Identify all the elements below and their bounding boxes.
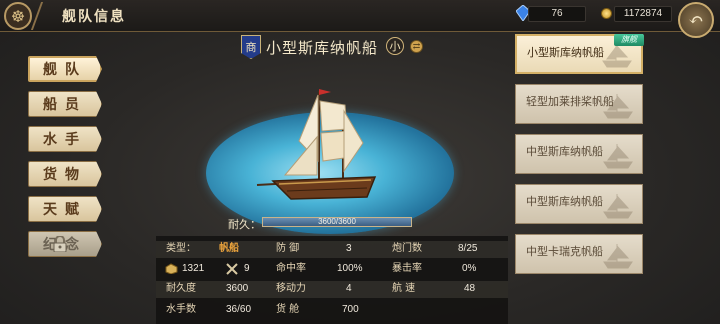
ship-name: 小型斯库纳帆船 (266, 39, 379, 57)
speed-label: 航 速 (392, 283, 416, 294)
accuracy-value: 100% (337, 263, 363, 274)
ship-list-item[interactable]: 中型斯库纳帆船 (515, 134, 643, 174)
lock-icon (53, 236, 67, 252)
menu-fleet[interactable]: 舰队 (28, 56, 102, 82)
capacity-value: 1321 (182, 263, 205, 274)
sailors-label: 水手数 (166, 304, 196, 315)
menu-memorial[interactable]: 纪念 (28, 231, 102, 257)
stats-panel: 类型： 帆船 1321 9 耐久度 3600 水手数 36/60 防 御 3 命… (156, 236, 508, 324)
gold-coin-icon (601, 8, 612, 19)
menu-talent[interactable]: 天赋 (28, 196, 102, 222)
defense-label: 防 御 (276, 243, 300, 254)
cannon-count-value: 9 (244, 263, 250, 274)
ship-silhouette-icon (603, 194, 633, 219)
ship-list-item-label: 中型卡瑞克帆船 (526, 245, 603, 258)
cargo-hold-label: 货 舱 (276, 304, 300, 315)
menu-crew-label: 船员 (43, 97, 87, 113)
size-badge: 小 (386, 37, 404, 55)
menu-cargo-label: 货物 (43, 167, 87, 183)
stats-row-bg (156, 281, 508, 298)
ship-list-item-label: 中型斯库纳帆船 (526, 145, 603, 158)
mobility-value: 4 (346, 283, 352, 294)
durability-stat-value: 3600 (226, 283, 249, 294)
type-label: 类型： (166, 243, 196, 254)
ship-list-item[interactable]: 轻型加莱排桨帆船 (515, 84, 643, 124)
ship-silhouette-icon (603, 144, 633, 169)
flagship-badge: 旗舰 (614, 34, 644, 46)
ship-illustration (256, 89, 377, 200)
menu-crew[interactable]: 船员 (28, 91, 102, 117)
ship-list-item-label: 小型斯库纳帆船 (527, 46, 604, 59)
crit-value: 0% (462, 263, 477, 274)
durability-text: 3600/3600 (318, 217, 356, 226)
menu-cargo[interactable]: 货物 (28, 161, 102, 187)
menu-sailors[interactable]: 水手 (28, 126, 102, 152)
ship-wheel-icon[interactable]: ☸ (4, 2, 32, 30)
durability-label: 耐久： (228, 218, 261, 231)
back-button[interactable]: ↶ (678, 2, 714, 38)
menu-fleet-label: 舰队 (43, 62, 87, 78)
ship-silhouette-icon (603, 94, 633, 119)
cargo-hold-value: 700 (342, 304, 359, 315)
crit-label: 暴击率 (392, 263, 422, 274)
rank-badge: 商 (241, 35, 261, 59)
accuracy-label: 命中率 (276, 263, 306, 274)
sailors-value: 36/60 (226, 304, 252, 315)
durability-stat-label: 耐久度 (166, 283, 196, 294)
speed-value: 48 (464, 283, 476, 294)
gunports-label: 炮门数 (392, 243, 422, 254)
menu-talent-label: 天赋 (43, 202, 87, 218)
mobility-label: 移动力 (276, 283, 306, 294)
gold-count: 1172874 (614, 6, 672, 22)
stats-row-bg (156, 241, 508, 258)
top-bar: ☸ 舰队信息 76 1172874 ↶ (0, 0, 720, 38)
menu-sailors-label: 水手 (43, 132, 87, 148)
type-value: 帆船 (219, 243, 239, 254)
gem-count: 76 (528, 6, 586, 22)
ship-silhouette-icon (603, 244, 633, 269)
ship-list-item[interactable]: 中型卡瑞克帆船 (515, 234, 643, 274)
divider (30, 2, 56, 30)
gunports-value: 8/25 (458, 243, 478, 254)
durability-bar: 3600/3600 (262, 217, 412, 227)
defense-value: 3 (346, 243, 352, 254)
crossed-swords-icon (226, 263, 238, 275)
swap-icon[interactable]: ⇄ (410, 40, 423, 53)
ship-list-item[interactable]: 中型斯库纳帆船 (515, 184, 643, 224)
page-title: 舰队信息 (62, 9, 126, 25)
cargo-capacity-icon (165, 263, 178, 274)
ship-list-item-label: 中型斯库纳帆船 (526, 195, 603, 208)
